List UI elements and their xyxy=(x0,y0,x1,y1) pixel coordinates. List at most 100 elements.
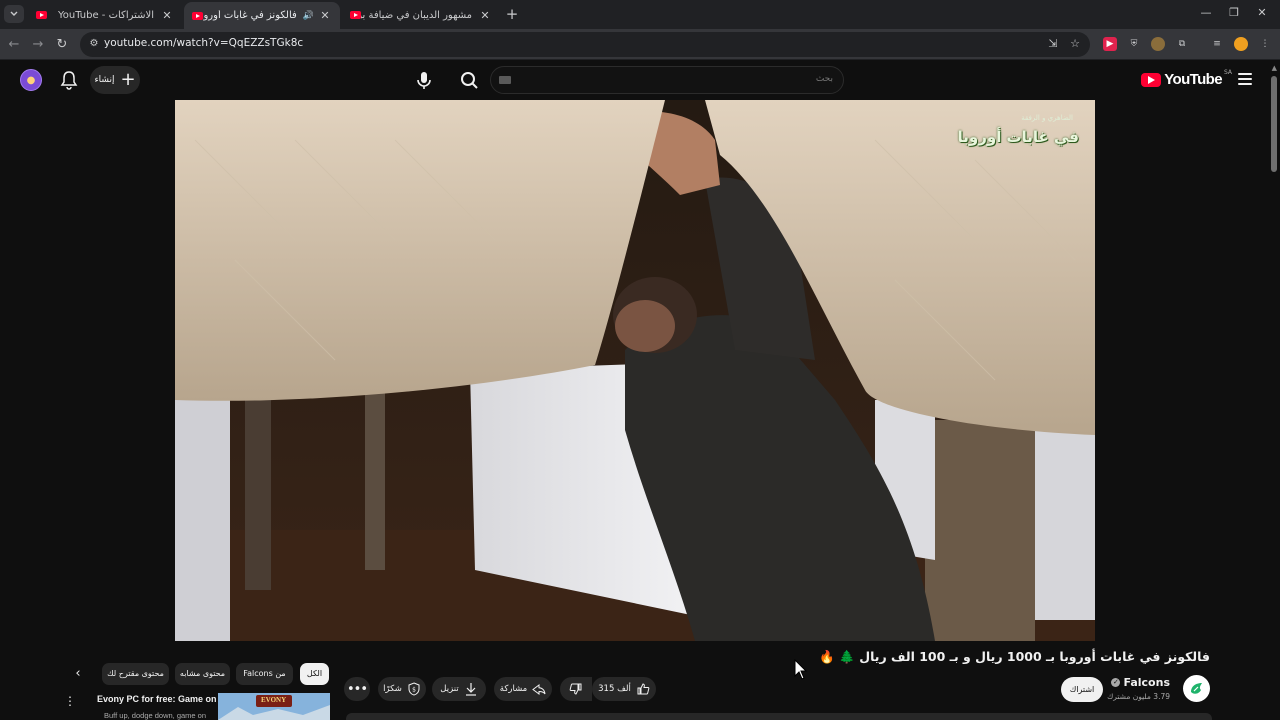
watermark-small-text: الضاهري و الرفقة xyxy=(1021,114,1073,122)
channel-avatar[interactable] xyxy=(1183,675,1210,702)
verified-check-icon: ✓ xyxy=(1111,678,1121,687)
chip-recommended[interactable]: محتوى مقترح لك xyxy=(102,663,169,685)
browser-tab-strip: الاشتراكات - YouTube ✕ فالكونز في غابات … xyxy=(0,0,1280,29)
thanks-label: شكرًا xyxy=(383,684,402,694)
more-horizontal-icon: ••• xyxy=(346,681,368,697)
like-button[interactable]: 315 ألف xyxy=(592,677,656,701)
like-count: 315 ألف xyxy=(598,684,631,694)
voice-search-button[interactable] xyxy=(412,68,436,92)
thumbs-up-icon xyxy=(637,683,650,695)
chips-prev-arrow-icon[interactable]: ‹ xyxy=(70,666,86,682)
hamburger-menu-icon[interactable] xyxy=(1238,73,1252,85)
channel-name-text: Falcons xyxy=(1123,676,1170,689)
close-tab-icon[interactable]: ✕ xyxy=(160,9,174,22)
browser-menu-icon[interactable]: ⋮ xyxy=(1258,37,1272,51)
video-title: فالكونز في غابات أوروبا بـ 1000 ريال و ب… xyxy=(819,649,1210,664)
create-button[interactable]: إنشاء + xyxy=(90,66,140,94)
close-window-icon[interactable]: ✕ xyxy=(1252,6,1272,22)
chevron-down-icon xyxy=(10,11,18,16)
scroll-up-icon[interactable]: ▲ xyxy=(1272,64,1277,72)
share-button[interactable]: مشاركة xyxy=(494,677,552,701)
description-box[interactable] xyxy=(346,713,1212,720)
forward-arrow-icon[interactable]: → xyxy=(29,36,47,54)
bell-icon xyxy=(60,71,78,90)
close-tab-icon[interactable]: ✕ xyxy=(318,9,332,22)
tab-title: فالكونز في غابات أوروبا بـ 00 xyxy=(203,10,297,21)
thumbs-down-icon xyxy=(569,683,582,695)
chip-related[interactable]: محتوى مشابه xyxy=(175,663,230,685)
extension-round-icon[interactable] xyxy=(1151,37,1165,51)
page-scrollbar[interactable]: ▲ xyxy=(1270,64,1278,720)
ad-thumbnail[interactable]: EVONY xyxy=(218,693,330,720)
ad-thumbnail-text: EVONY xyxy=(261,696,287,704)
reload-icon[interactable]: ↻ xyxy=(53,36,71,54)
share-label: مشاركة xyxy=(499,684,528,694)
browser-tab-subscriptions[interactable]: الاشتراكات - YouTube ✕ xyxy=(28,2,182,28)
create-label: إنشاء xyxy=(94,75,115,85)
ad-title[interactable]: Evony PC for free: Game on xyxy=(97,694,217,704)
falcons-logo-icon xyxy=(1190,682,1202,694)
restore-icon[interactable]: ❐ xyxy=(1224,6,1244,22)
url-text[interactable]: youtube.com/watch?v=QqEZZsTGk8c xyxy=(104,37,303,49)
youtube-logo[interactable]: YouTube SA xyxy=(1141,69,1232,88)
share-arrow-icon xyxy=(532,684,546,695)
ad-more-options-icon[interactable]: ⋮ xyxy=(64,694,76,708)
audio-playing-icon[interactable]: 🔊 xyxy=(303,11,314,21)
search-input[interactable]: بحث xyxy=(490,66,844,94)
bookmark-star-icon[interactable]: ☆ xyxy=(1068,37,1082,51)
back-arrow-icon[interactable]: ← xyxy=(5,36,23,54)
thanks-button[interactable]: شكرًا $ xyxy=(378,677,426,701)
youtube-favicon-icon xyxy=(36,11,47,19)
mouse-cursor-icon xyxy=(794,659,808,680)
youtube-favicon-icon xyxy=(192,11,203,20)
video-frame xyxy=(175,100,1095,641)
channel-watermark: الضاهري و الرفقة في غابات أوروبا xyxy=(958,114,1079,158)
site-info-icon[interactable]: ⚙ xyxy=(88,38,100,50)
user-avatar[interactable]: ● xyxy=(20,69,42,91)
download-label: تنزيل xyxy=(440,684,459,694)
notifications-button[interactable] xyxy=(60,70,78,90)
chip-from-falcons[interactable]: من Falcons xyxy=(236,663,293,685)
subscriber-count: 3.79 مليون مشترك xyxy=(1107,692,1170,701)
close-tab-icon[interactable]: ✕ xyxy=(478,9,492,22)
channel-name[interactable]: ✓ Falcons xyxy=(1111,676,1170,689)
chip-label: من Falcons xyxy=(243,669,286,678)
subscribe-button[interactable]: اشتراك xyxy=(1061,677,1103,702)
browser-toolbar: ← → ↻ ⚙ youtube.com/watch?v=QqEZZsTGk8c … xyxy=(0,29,1280,60)
microphone-icon xyxy=(417,72,431,89)
media-controls-icon[interactable]: ≡ xyxy=(1210,37,1224,51)
address-bar[interactable]: ⚙ youtube.com/watch?v=QqEZZsTGk8c ⇲ ☆ xyxy=(80,32,1090,57)
watermark-big-text: في غابات أوروبا xyxy=(957,128,1079,146)
dislike-button[interactable] xyxy=(560,677,592,701)
new-tab-button[interactable]: + xyxy=(504,5,520,23)
extensions-puzzle-icon[interactable]: ⧉ xyxy=(1175,37,1189,51)
search-button[interactable] xyxy=(457,68,481,92)
tab-title: الاشتراكات - YouTube xyxy=(57,9,154,21)
super-thanks-icon: $ xyxy=(408,682,420,696)
plus-icon: + xyxy=(120,69,136,90)
scrollbar-thumb[interactable] xyxy=(1271,76,1277,172)
youtube-play-icon xyxy=(1141,72,1162,87)
download-icon xyxy=(465,683,476,696)
keyboard-icon[interactable] xyxy=(499,76,511,84)
ad-description: Buff up, dodge down, game on xyxy=(104,711,207,720)
chip-all[interactable]: الكل xyxy=(300,663,329,685)
svg-text:$: $ xyxy=(412,687,416,694)
youtube-wordmark: YouTube xyxy=(1164,71,1222,88)
extension-shield-icon[interactable]: ⛨ xyxy=(1127,37,1141,51)
country-code: SA xyxy=(1223,69,1232,76)
install-app-icon[interactable]: ⇲ xyxy=(1046,37,1060,51)
browser-tab-current-video[interactable]: فالكونز في غابات أوروبا بـ 00 🔊 ✕ xyxy=(184,2,340,29)
video-player[interactable]: الضاهري و الرفقة في غابات أوروبا xyxy=(175,100,1095,641)
profile-avatar-icon[interactable] xyxy=(1234,37,1248,51)
youtube-favicon-icon xyxy=(350,11,361,19)
youtube-masthead: YouTube SA بحث إنشاء + ● xyxy=(0,61,1280,99)
more-actions-button[interactable]: ••• xyxy=(344,677,370,701)
download-button[interactable]: تنزيل xyxy=(432,677,486,701)
browser-tab-other-video[interactable]: مشهور الديبان في ضيافة بن فا... ✕ xyxy=(342,2,500,28)
tab-title: مشهور الديبان في ضيافة بن فا... xyxy=(361,9,472,21)
tab-search-button[interactable] xyxy=(4,5,24,23)
extension-red-icon[interactable]: ▶ xyxy=(1103,37,1117,51)
search-placeholder: بحث xyxy=(815,74,833,84)
minimize-icon[interactable]: — xyxy=(1196,6,1216,22)
